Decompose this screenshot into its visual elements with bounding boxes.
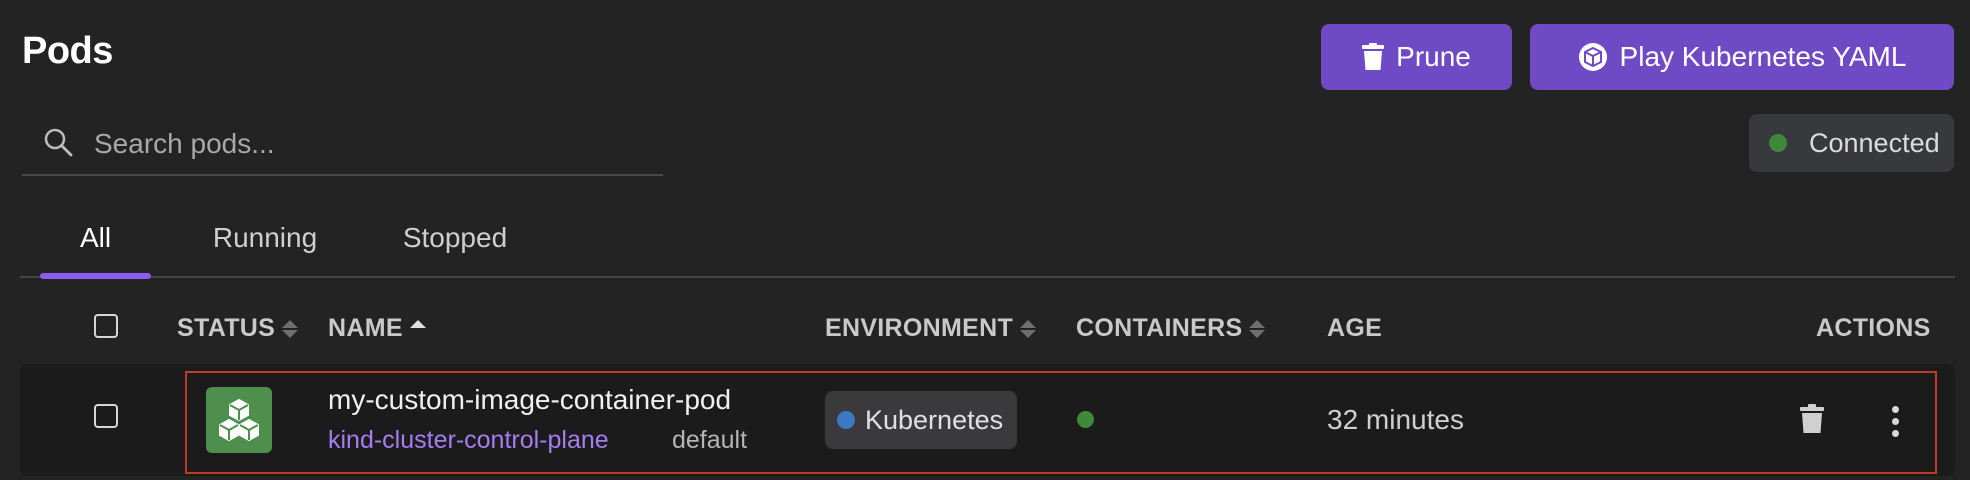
trash-icon — [1800, 404, 1824, 433]
search-bar — [22, 112, 663, 176]
connection-status-label: Connected — [1809, 127, 1940, 158]
column-header-status[interactable]: STATUS — [177, 314, 299, 343]
play-kubernetes-yaml-label: Play Kubernetes YAML — [1619, 41, 1907, 72]
play-kubernetes-yaml-button[interactable]: Play Kubernetes YAML — [1530, 24, 1954, 90]
trash-icon — [1362, 43, 1385, 71]
connection-status-badge: Connected — [1749, 114, 1954, 172]
column-header-containers[interactable]: CONTAINERS — [1076, 314, 1266, 343]
tab-bar: All Running Stopped — [20, 214, 1955, 279]
sort-ascending-icon — [409, 319, 426, 328]
page-title: Pods — [22, 30, 113, 72]
column-header-environment[interactable]: ENVIRONMENT — [825, 314, 1037, 343]
pod-node-link[interactable]: kind-cluster-control-plane — [328, 426, 609, 455]
environment-label: Kubernetes — [865, 404, 1004, 435]
pod-name-link[interactable]: my-custom-image-container-pod — [328, 384, 731, 416]
tab-all[interactable]: All — [40, 214, 151, 279]
pod-namespace: default — [672, 426, 748, 454]
prune-button[interactable]: Prune — [1321, 24, 1512, 90]
prune-label: Prune — [1396, 41, 1471, 72]
column-header-actions: ACTIONS — [1816, 314, 1931, 342]
sort-icon — [282, 319, 299, 338]
kubernetes-cube-icon — [1578, 42, 1608, 72]
container-status-dot[interactable] — [1077, 411, 1094, 428]
column-header-age: AGE — [1327, 314, 1383, 342]
environment-badge: Kubernetes — [825, 391, 1017, 449]
column-header-name[interactable]: NAME — [328, 314, 426, 343]
select-all-checkbox[interactable] — [94, 314, 118, 338]
sort-icon — [1020, 319, 1037, 338]
tab-stopped[interactable]: Stopped — [370, 214, 540, 276]
tab-running[interactable]: Running — [180, 214, 350, 276]
row-checkbox[interactable] — [94, 404, 118, 428]
search-icon — [42, 126, 74, 163]
sort-icon — [1249, 319, 1266, 338]
pod-age: 32 minutes — [1327, 404, 1464, 435]
connection-status-dot — [1769, 134, 1787, 152]
delete-pod-button[interactable] — [1800, 404, 1824, 439]
pod-status-icon — [206, 387, 272, 453]
pod-cubes-icon — [219, 399, 259, 441]
more-actions-kebab-icon[interactable] — [1892, 406, 1899, 437]
search-input[interactable] — [92, 122, 656, 166]
environment-dot — [837, 411, 855, 429]
